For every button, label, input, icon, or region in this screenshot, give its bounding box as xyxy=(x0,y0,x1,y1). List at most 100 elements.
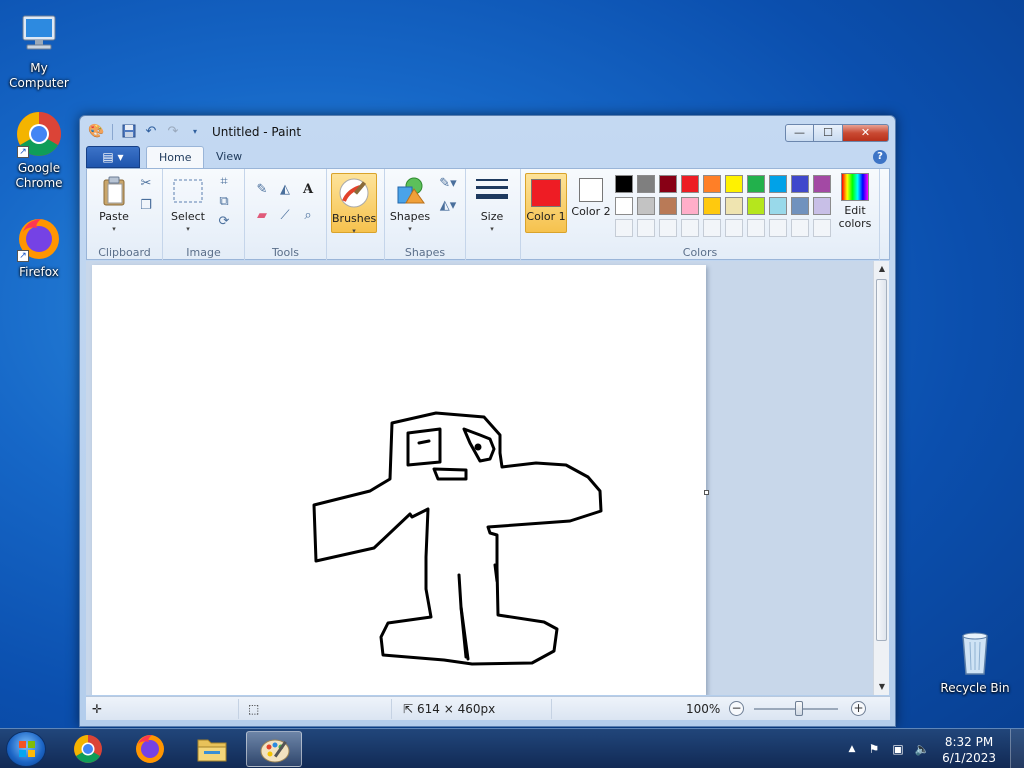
palette-swatch[interactable] xyxy=(725,197,743,215)
help-icon[interactable]: ? xyxy=(873,150,887,164)
shapes-button[interactable]: Shapes ▾ xyxy=(389,175,431,236)
desktop-icon-google-chrome[interactable]: ↗ Google Chrome xyxy=(1,110,77,191)
custom-color-slot[interactable] xyxy=(791,219,809,237)
color1-button[interactable]: Color 1 xyxy=(525,173,567,233)
paste-button[interactable]: Paste ▾ xyxy=(95,175,133,236)
close-button[interactable]: ✕ xyxy=(843,124,889,142)
palette-swatch[interactable] xyxy=(703,175,721,193)
clipboard-group-label: Clipboard xyxy=(98,246,151,259)
custom-color-slot[interactable] xyxy=(681,219,699,237)
taskbar-chrome[interactable] xyxy=(60,731,116,767)
computer-icon xyxy=(15,10,63,58)
text-icon[interactable]: A xyxy=(299,181,317,199)
start-button[interactable] xyxy=(6,731,46,767)
rotate-icon[interactable]: ⟳ xyxy=(215,213,233,231)
paint-menu-button[interactable]: ▤ ▾ xyxy=(86,146,140,168)
cut-icon[interactable]: ✂ xyxy=(137,175,155,193)
custom-color-slot[interactable] xyxy=(615,219,633,237)
color2-button[interactable]: Color 2 xyxy=(571,173,611,233)
select-button[interactable]: Select ▾ xyxy=(169,175,207,236)
zoom-out-button[interactable]: − xyxy=(729,701,744,716)
paint-window: 🎨 ↶ ↷ ▾ Untitled - Paint — ☐ ✕ ▤ ▾ Home … xyxy=(79,115,896,727)
action-center-flag-icon[interactable]: ⚑ xyxy=(866,742,882,756)
palette-swatch[interactable] xyxy=(681,175,699,193)
show-hidden-icons-arrow[interactable]: ▲ xyxy=(844,742,860,756)
palette-swatch[interactable] xyxy=(747,197,765,215)
palette-swatch[interactable] xyxy=(703,197,721,215)
taskbar-firefox[interactable] xyxy=(122,731,178,767)
custom-color-slot[interactable] xyxy=(659,219,677,237)
tab-view[interactable]: View xyxy=(204,146,254,169)
image-group: Select ▾ ⌗ ⧉ ⟳ Image xyxy=(163,169,245,261)
fill-icon[interactable]: ◭ xyxy=(276,181,294,199)
palette-swatch[interactable] xyxy=(725,175,743,193)
scroll-thumb[interactable] xyxy=(876,279,887,641)
paint-app-icon[interactable]: 🎨 xyxy=(88,124,104,140)
custom-color-slot[interactable] xyxy=(747,219,765,237)
custom-color-slot[interactable] xyxy=(703,219,721,237)
palette-swatch[interactable] xyxy=(769,175,787,193)
palette-swatch[interactable] xyxy=(747,175,765,193)
edit-colors-button[interactable]: Edit colors xyxy=(835,173,875,230)
size-button[interactable]: Size ▾ xyxy=(472,175,512,236)
maximize-button[interactable]: ☐ xyxy=(814,124,843,142)
customize-qat-icon[interactable]: ▾ xyxy=(187,124,203,140)
clipboard-group: Paste ▾ ✂ ❐ Clipboard xyxy=(87,169,163,261)
minimize-button[interactable]: — xyxy=(785,124,814,142)
outline-icon[interactable]: ✎▾ xyxy=(435,175,461,193)
custom-color-slot[interactable] xyxy=(813,219,831,237)
palette-swatch[interactable] xyxy=(659,175,677,193)
undo-icon[interactable]: ↶ xyxy=(143,124,159,140)
scroll-down-arrow[interactable]: ▼ xyxy=(874,679,890,695)
show-desktop-button[interactable] xyxy=(1010,729,1024,768)
palette-swatch[interactable] xyxy=(615,175,633,193)
desktop-icon-recycle-bin[interactable]: Recycle Bin xyxy=(937,630,1013,696)
palette-swatch[interactable] xyxy=(659,197,677,215)
volume-muted-icon[interactable]: 🔈 xyxy=(914,742,930,756)
tab-home[interactable]: Home xyxy=(146,146,205,169)
color2-label: Color 2 xyxy=(571,205,611,218)
windows-logo-icon xyxy=(19,741,35,757)
zoom-in-button[interactable]: + xyxy=(851,701,866,716)
copy-icon[interactable]: ❐ xyxy=(137,197,155,215)
resize-handle-right[interactable] xyxy=(704,490,709,495)
custom-color-slot[interactable] xyxy=(725,219,743,237)
color2-swatch xyxy=(579,178,603,202)
taskbar-paint[interactable] xyxy=(246,731,302,767)
redo-icon[interactable]: ↷ xyxy=(165,124,181,140)
vertical-scrollbar[interactable]: ▲ ▼ xyxy=(873,261,889,695)
zoom-slider-thumb[interactable] xyxy=(795,701,803,716)
resize-icon[interactable]: ⧉ xyxy=(215,193,233,211)
custom-color-slot[interactable] xyxy=(637,219,655,237)
color-picker-icon[interactable]: ⟋ xyxy=(276,207,294,225)
drawing-canvas[interactable] xyxy=(92,265,709,695)
pencil-icon[interactable]: ✎ xyxy=(253,181,271,199)
network-icon[interactable]: ▣ xyxy=(890,742,906,756)
palette-swatch[interactable] xyxy=(615,197,633,215)
taskbar-clock[interactable]: 8:32 PM 6/1/2023 xyxy=(942,734,996,766)
taskbar-file-explorer[interactable] xyxy=(184,731,240,767)
palette-swatch[interactable] xyxy=(791,197,809,215)
desktop-icon-my-computer[interactable]: My Computer xyxy=(1,10,77,91)
palette-swatch[interactable] xyxy=(791,175,809,193)
shapes-group: Shapes ▾ ✎▾ ◭▾ Shapes xyxy=(384,169,466,261)
palette-swatch[interactable] xyxy=(681,197,699,215)
desktop-icon-firefox[interactable]: ↗ Firefox xyxy=(1,214,77,280)
scroll-up-arrow[interactable]: ▲ xyxy=(874,261,890,277)
taskbar: ▲ ⚑ ▣ 🔈 8:32 PM 6/1/2023 xyxy=(0,728,1024,768)
palette-swatch[interactable] xyxy=(637,197,655,215)
magnifier-icon[interactable]: ⌕ xyxy=(299,207,317,225)
save-icon[interactable] xyxy=(121,124,137,140)
ribbon: Paste ▾ ✂ ❐ Clipboard Select ▾ ⌗ ⧉ ⟳ Ima… xyxy=(86,168,890,261)
brushes-button[interactable]: Brushes ▾ xyxy=(331,173,377,235)
eraser-icon[interactable]: ▰ xyxy=(253,207,271,225)
palette-swatch[interactable] xyxy=(813,175,831,193)
palette-swatch[interactable] xyxy=(769,197,787,215)
crop-icon[interactable]: ⌗ xyxy=(215,173,233,191)
fill-shape-icon[interactable]: ◭▾ xyxy=(435,197,461,215)
palette-swatch[interactable] xyxy=(813,197,831,215)
custom-color-slot[interactable] xyxy=(769,219,787,237)
paint-icon xyxy=(260,739,290,763)
quick-access-toolbar: 🎨 ↶ ↷ ▾ xyxy=(88,124,203,140)
palette-swatch[interactable] xyxy=(637,175,655,193)
